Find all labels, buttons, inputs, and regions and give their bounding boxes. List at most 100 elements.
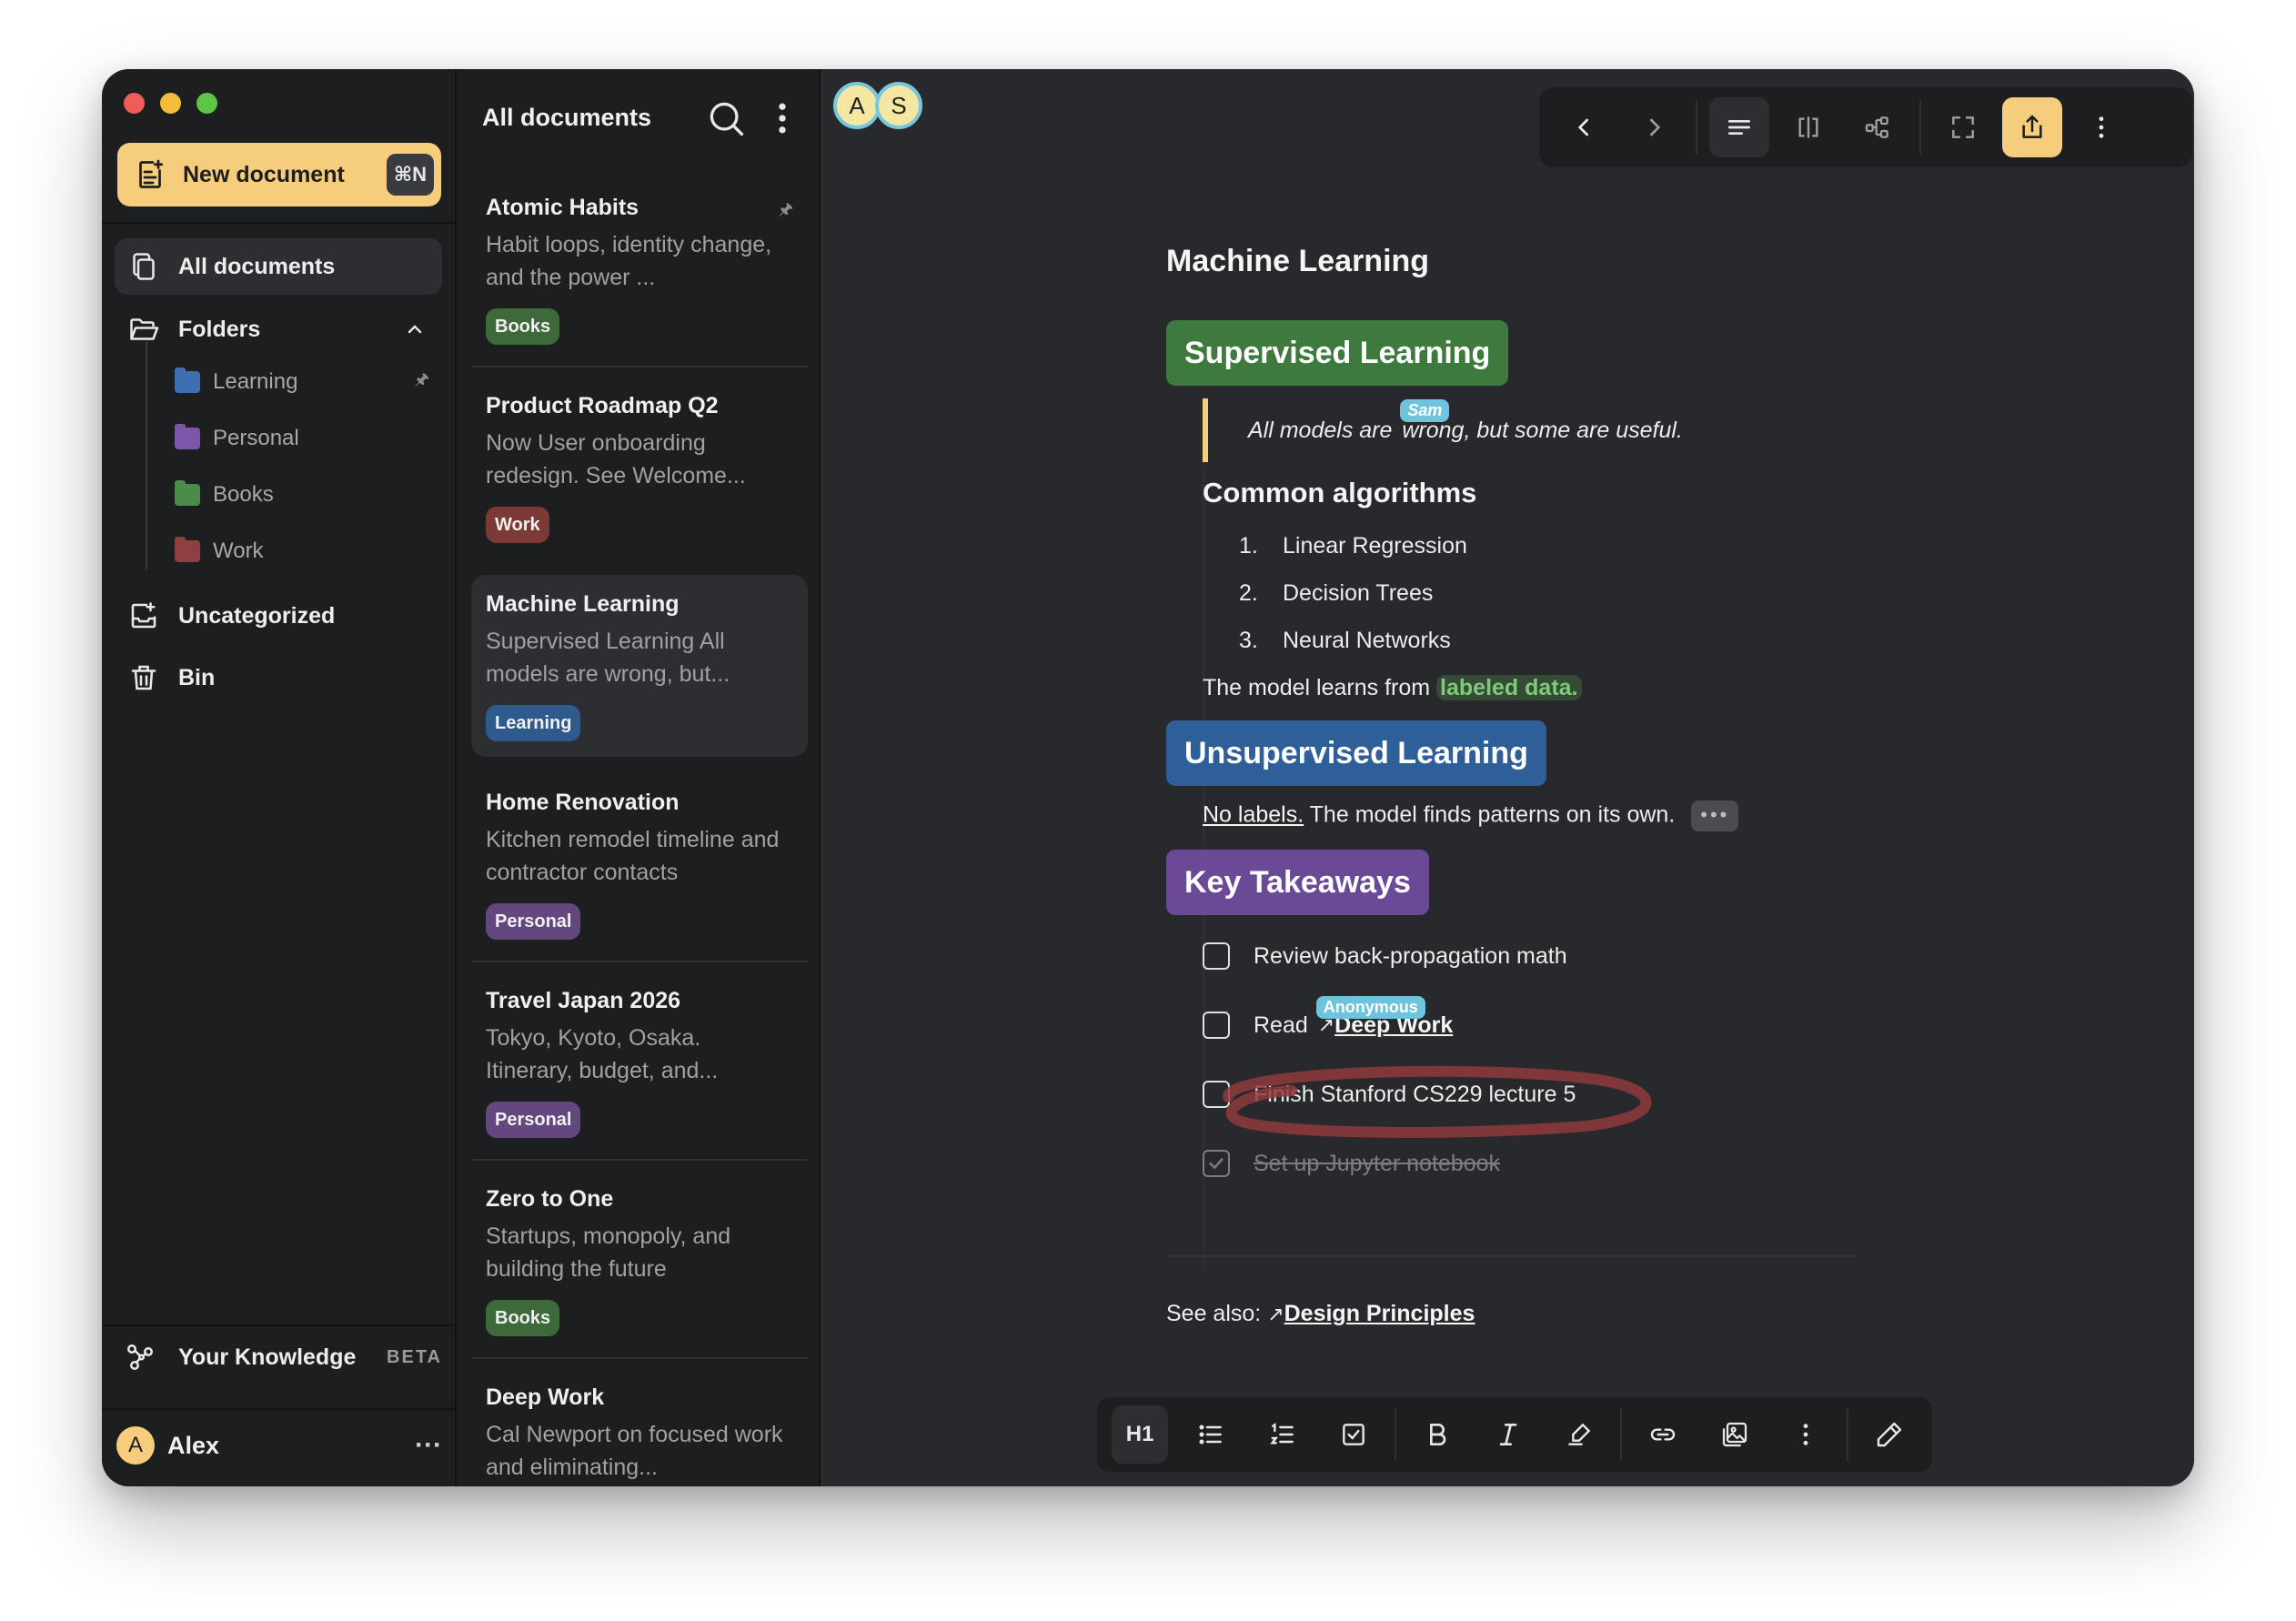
- document-card-title: Zero to One: [486, 1186, 614, 1212]
- heading-button[interactable]: H1: [1112, 1405, 1169, 1464]
- document-card[interactable]: Atomic Habits Habit loops, identity chang…: [471, 178, 808, 360]
- nav-all-documents[interactable]: All documents: [115, 238, 442, 295]
- folder-item-work[interactable]: Work: [175, 529, 438, 574]
- chevron-up-icon[interactable]: [404, 318, 426, 340]
- your-knowledge-item[interactable]: Your Knowledge BETA: [124, 1341, 442, 1374]
- bold-button[interactable]: [1409, 1405, 1465, 1464]
- more-button[interactable]: [1777, 1405, 1834, 1464]
- document-card-desc: Cal Newport on focused work and eliminat…: [486, 1422, 783, 1480]
- paragraph[interactable]: The model learns from labeled data.: [1203, 675, 1582, 701]
- folder-item-books[interactable]: Books: [175, 472, 438, 518]
- task-item[interactable]: Read Anonymous ↗ Deep Work: [1203, 996, 1453, 1039]
- image-button[interactable]: [1707, 1405, 1763, 1464]
- avatar[interactable]: A: [833, 82, 881, 129]
- tag-badge[interactable]: Books: [486, 1300, 560, 1336]
- document-title[interactable]: Machine Learning: [1166, 244, 1429, 279]
- h1-icon: H1: [1125, 1422, 1154, 1446]
- maximize-window-button[interactable]: [196, 93, 217, 114]
- document-card-desc: Startups, monopoly, and building the fut…: [486, 1223, 731, 1282]
- doclist-title: All documents: [482, 104, 652, 131]
- search-icon[interactable]: [706, 98, 746, 138]
- doc-link[interactable]: Design Principles: [1284, 1301, 1475, 1326]
- folder-item-learning[interactable]: Learning 🖈: [175, 359, 438, 405]
- back-button[interactable]: [1555, 97, 1615, 157]
- more-vertical-icon: [2099, 116, 2104, 138]
- knowledge-label: Your Knowledge: [178, 1344, 357, 1370]
- nav-folders[interactable]: Folders: [115, 301, 442, 357]
- avatar[interactable]: S: [875, 82, 922, 129]
- task-item[interactable]: Review back-propagation math: [1203, 942, 1567, 970]
- document-card[interactable]: Machine Learning Supervised Learning All …: [471, 575, 808, 757]
- tag-badge[interactable]: Books: [486, 308, 560, 345]
- red-ink-annotation: [1223, 1065, 1652, 1138]
- divider: [102, 1324, 455, 1326]
- more-chip[interactable]: •••: [1691, 800, 1739, 831]
- underlined-text[interactable]: No labels.: [1203, 802, 1304, 828]
- separator: [1620, 1408, 1623, 1461]
- tag-badge[interactable]: Personal: [486, 1102, 581, 1138]
- document-card[interactable]: Home Renovation Kitchen remodel timeline …: [471, 773, 808, 955]
- tag-badge[interactable]: Work: [486, 507, 549, 543]
- nav-bin[interactable]: Bin: [115, 649, 442, 706]
- nav-uncategorized[interactable]: Uncategorized: [115, 588, 442, 644]
- list-item[interactable]: 1. Linear Regression: [1239, 533, 1467, 559]
- task-label: Read: [1254, 1012, 1314, 1038]
- document-card-desc: Now User onboarding redesign. See Welcom…: [486, 430, 746, 488]
- document-card-title: Deep Work: [486, 1384, 605, 1410]
- paragraph[interactable]: No labels. The model finds patterns on i…: [1203, 800, 1739, 831]
- pin-icon[interactable]: 🖈: [414, 368, 429, 396]
- list-item[interactable]: 2. Decision Trees: [1239, 580, 1433, 607]
- link-button[interactable]: [1635, 1405, 1691, 1464]
- nav-label: Uncategorized: [178, 602, 336, 629]
- list-item-text: Decision Trees: [1283, 580, 1434, 606]
- fullscreen-button[interactable]: [1933, 97, 1993, 157]
- new-document-button[interactable]: New document ⌘N: [117, 143, 441, 206]
- draw-button[interactable]: [1861, 1405, 1918, 1464]
- highlight-button[interactable]: [1551, 1405, 1607, 1464]
- checkbox-checked[interactable]: [1203, 1150, 1230, 1177]
- graph-view-button[interactable]: [1848, 97, 1908, 157]
- document-card-desc: Habit loops, identity change, and the po…: [486, 232, 772, 290]
- paragraph-text: The model finds patterns on its own.: [1304, 801, 1676, 828]
- more-vertical-icon[interactable]: [762, 98, 802, 138]
- checklist-button[interactable]: [1325, 1405, 1382, 1464]
- heading-unsupervised[interactable]: Unsupervised Learning: [1166, 720, 1546, 786]
- list-item[interactable]: 3. Neural Networks: [1239, 628, 1451, 654]
- document-card[interactable]: Zero to One Startups, monopoly, and build…: [471, 1170, 808, 1352]
- bullet-list-icon: [1199, 1425, 1223, 1445]
- share-icon: [2022, 115, 2042, 138]
- pin-icon[interactable]: 🖈: [778, 198, 793, 226]
- forward-button[interactable]: [1624, 97, 1684, 157]
- heading-takeaways[interactable]: Key Takeaways: [1166, 850, 1429, 915]
- close-window-button[interactable]: [124, 93, 145, 114]
- checkbox[interactable]: [1203, 942, 1230, 970]
- highlighted-text: labeled data.: [1436, 675, 1582, 700]
- share-button[interactable]: [2002, 97, 2062, 157]
- separator: [1846, 1408, 1848, 1461]
- document-card[interactable]: Deep Work Cal Newport on focused work and…: [471, 1368, 808, 1486]
- document-card-title: Home Renovation: [486, 790, 680, 815]
- more-options-button[interactable]: [2071, 97, 2131, 157]
- blockquote[interactable]: All models are Sam wrong, but some are u…: [1203, 398, 1683, 462]
- divider: [471, 1357, 808, 1359]
- folder-item-personal[interactable]: Personal: [175, 416, 438, 461]
- checkbox[interactable]: [1203, 1012, 1230, 1039]
- text-view-button[interactable]: [1709, 97, 1769, 157]
- more-options-icon[interactable]: ···: [415, 1430, 442, 1461]
- heading-supervised[interactable]: Supervised Learning: [1166, 320, 1509, 386]
- bullet-list-button[interactable]: [1183, 1405, 1239, 1464]
- separator: [1696, 100, 1697, 155]
- tag-badge[interactable]: Learning: [486, 705, 581, 741]
- italic-button[interactable]: [1480, 1405, 1536, 1464]
- document-card[interactable]: Product Roadmap Q2 Now User onboarding re…: [471, 377, 808, 559]
- nav-label: Folders: [178, 316, 261, 342]
- minimize-window-button[interactable]: [160, 93, 181, 114]
- numbered-list-button[interactable]: [1254, 1405, 1310, 1464]
- heading-algorithms[interactable]: Common algorithms: [1203, 477, 1476, 509]
- user-profile[interactable]: A Alex ···: [116, 1426, 442, 1465]
- tag-badge[interactable]: Personal: [486, 903, 581, 940]
- split-view-button[interactable]: [1778, 97, 1838, 157]
- separator: [1394, 1408, 1396, 1461]
- task-item[interactable]: Set up Jupyter notebook: [1203, 1150, 1500, 1177]
- document-card[interactable]: Travel Japan 2026 Tokyo, Kyoto, Osaka. It…: [471, 972, 808, 1153]
